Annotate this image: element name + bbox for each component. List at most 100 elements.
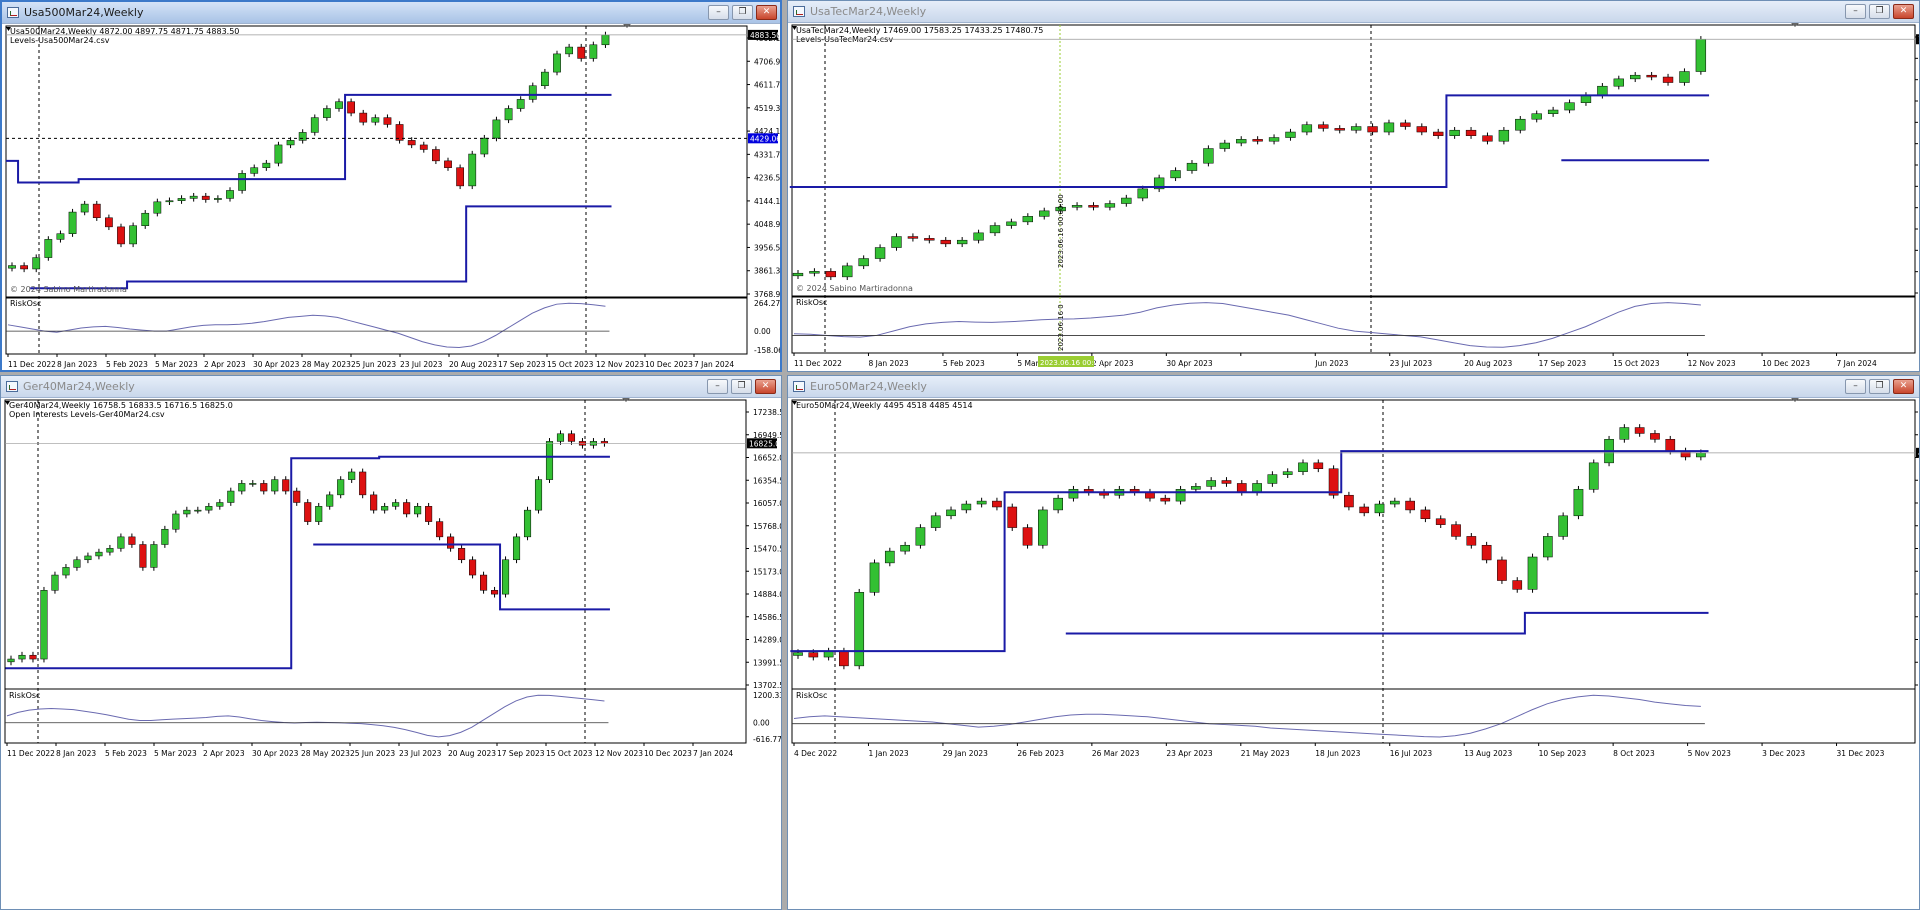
- chart-window-1[interactable]: Usa500Mar24,Weekly – ❐ ✕ Usa500Mar24,Weekly …: [0, 0, 782, 372]
- price-chart-svg[interactable]: Euro50Mar24,Weekly 4495 4518 4485 451446…: [788, 398, 1919, 909]
- date-tick-label: 16 Jul 2023: [1390, 749, 1433, 758]
- bear-candle: [577, 46, 586, 59]
- date-tick-label: 17 Sep 2023: [497, 749, 545, 758]
- bull-candle: [1696, 452, 1706, 458]
- bear-candle: [304, 502, 312, 522]
- bull-candle: [956, 239, 968, 245]
- price-tick-label: 4611.70: [754, 81, 780, 90]
- price-tick-label: 15173.0: [753, 567, 781, 576]
- bull-candle: [40, 590, 48, 660]
- bear-candle: [105, 217, 113, 228]
- restore-icon[interactable]: ❐: [732, 5, 753, 20]
- bull-candle: [1053, 497, 1063, 511]
- bull-candle: [1498, 129, 1510, 142]
- bull-candle: [842, 265, 853, 278]
- bull-candle: [150, 544, 158, 568]
- bear-candle: [1451, 524, 1461, 537]
- bull-candle: [1695, 38, 1707, 72]
- bull-candle: [989, 225, 1001, 234]
- date-tick-label: Jun 2023: [1314, 359, 1348, 368]
- price-chart-svg[interactable]: Usa500Mar24,Weekly 4872.00 4897.75 4871.…: [2, 24, 780, 370]
- minimize-icon[interactable]: –: [1845, 379, 1866, 394]
- date-tick-label: 11 Dec 2022: [7, 749, 55, 758]
- chart-area[interactable]: Ger40Mar24,Weekly 16758.5 16833.5 16716.…: [1, 398, 781, 909]
- bull-candle: [523, 509, 532, 538]
- chart-area[interactable]: Euro50Mar24,Weekly 4495 4518 4485 451446…: [788, 398, 1919, 909]
- chart-window-3[interactable]: Ger40Mar24,Weekly – ❐ ✕ Ger40Mar24,Weekly 16…: [0, 375, 782, 910]
- crosshair-tag: 4429.06: [750, 134, 780, 143]
- bull-candle: [117, 536, 125, 549]
- osc-tick-label: 264.2791: [754, 299, 780, 308]
- window-titlebar[interactable]: UsaTecMar24,Weekly – ❐ ✕: [788, 1, 1919, 23]
- minimize-icon[interactable]: –: [707, 379, 728, 394]
- main-plot-frame: [791, 399, 1916, 690]
- date-tick-label: 15 Oct 2023: [546, 749, 593, 758]
- close-icon[interactable]: ✕: [1893, 379, 1914, 394]
- bull-candle: [946, 509, 956, 517]
- date-tick-label: 10 Dec 2023: [1762, 359, 1810, 368]
- bull-candle: [1186, 162, 1198, 171]
- price-tick-label: 4236.50: [754, 174, 780, 183]
- bull-candle: [1039, 210, 1050, 217]
- date-tick-label: 12 Nov 2023: [595, 749, 643, 758]
- minimize-icon[interactable]: –: [1845, 4, 1866, 19]
- bull-candle: [194, 509, 202, 512]
- bull-candle: [973, 232, 984, 241]
- bear-candle: [447, 536, 455, 549]
- bear-candle: [1334, 128, 1345, 131]
- minimize-icon[interactable]: –: [708, 5, 729, 20]
- bull-candle: [565, 46, 573, 55]
- bull-candle: [480, 137, 489, 155]
- bear-candle: [1400, 122, 1411, 127]
- bull-candle: [238, 483, 246, 492]
- bear-candle: [1236, 483, 1247, 493]
- date-tick-label: 30 Apr 2023: [1166, 359, 1213, 368]
- price-chart-svg[interactable]: Ger40Mar24,Weekly 16758.5 16833.5 16716.…: [1, 398, 781, 909]
- chart-window-4[interactable]: Euro50Mar24,Weekly – ❐ ✕ Euro50Mar24,Weekly …: [787, 375, 1920, 910]
- date-tick-label: 5 Feb 2023: [105, 749, 147, 758]
- restore-icon[interactable]: ❐: [1869, 4, 1890, 19]
- date-tick-label: 13 Aug 2023: [1464, 749, 1512, 758]
- date-tick-label: 8 Jan 2023: [56, 749, 96, 758]
- bull-candle: [1630, 74, 1641, 80]
- close-icon[interactable]: ✕: [755, 379, 776, 394]
- osc-plot-frame: [4, 688, 747, 744]
- window-titlebar[interactable]: Ger40Mar24,Weekly – ❐ ✕: [1, 376, 781, 398]
- date-tag: 2023.06.16 00:00: [1040, 359, 1102, 367]
- restore-icon[interactable]: ❐: [731, 379, 752, 394]
- bull-candle: [214, 198, 222, 200]
- current-price-tag: 4514: [1918, 449, 1919, 458]
- window-titlebar[interactable]: Euro50Mar24,Weekly – ❐ ✕: [788, 376, 1919, 398]
- bull-candle: [1252, 483, 1262, 493]
- close-icon[interactable]: ✕: [1893, 4, 1914, 19]
- chart-area[interactable]: UsaTecMar24,Weekly 17469.00 17583.25 174…: [788, 23, 1919, 371]
- osc-label: RiskOsc: [796, 691, 827, 700]
- level-line-upper: [5, 455, 610, 670]
- candles: [793, 424, 1706, 670]
- bull-candle: [501, 559, 510, 595]
- chart-area[interactable]: Usa500Mar24,Weekly 4872.00 4897.75 4871.…: [2, 24, 780, 370]
- bull-candle: [1022, 216, 1033, 223]
- bull-candle: [792, 272, 804, 277]
- bull-candle: [1383, 122, 1395, 133]
- date-tick-label: 28 May 2023: [302, 360, 351, 369]
- bull-candle: [1285, 131, 1296, 138]
- price-chart-svg[interactable]: UsaTecMar24,Weekly 17469.00 17583.25 174…: [788, 23, 1919, 371]
- candles: [7, 430, 608, 666]
- restore-icon[interactable]: ❐: [1869, 379, 1890, 394]
- window-titlebar[interactable]: Usa500Mar24,Weekly – ❐ ✕: [2, 2, 780, 24]
- date-tick-label: 15 Oct 2023: [1613, 359, 1660, 368]
- date-tick-label: 5 Nov 2023: [1688, 749, 1731, 758]
- bear-candle: [567, 433, 576, 442]
- bear-candle: [128, 536, 136, 545]
- close-icon[interactable]: ✕: [756, 5, 777, 20]
- main-plot-frame: [791, 24, 1916, 298]
- bull-candle: [976, 500, 987, 505]
- bull-candle: [153, 201, 162, 214]
- bear-candle: [469, 559, 477, 576]
- bull-candle: [7, 658, 15, 663]
- bear-candle: [1512, 580, 1523, 590]
- chart-window-2[interactable]: UsaTecMar24,Weekly – ❐ ✕ UsaTecMar24,Weekly …: [787, 0, 1920, 372]
- bull-candle: [1038, 509, 1048, 546]
- bull-candle: [205, 506, 213, 511]
